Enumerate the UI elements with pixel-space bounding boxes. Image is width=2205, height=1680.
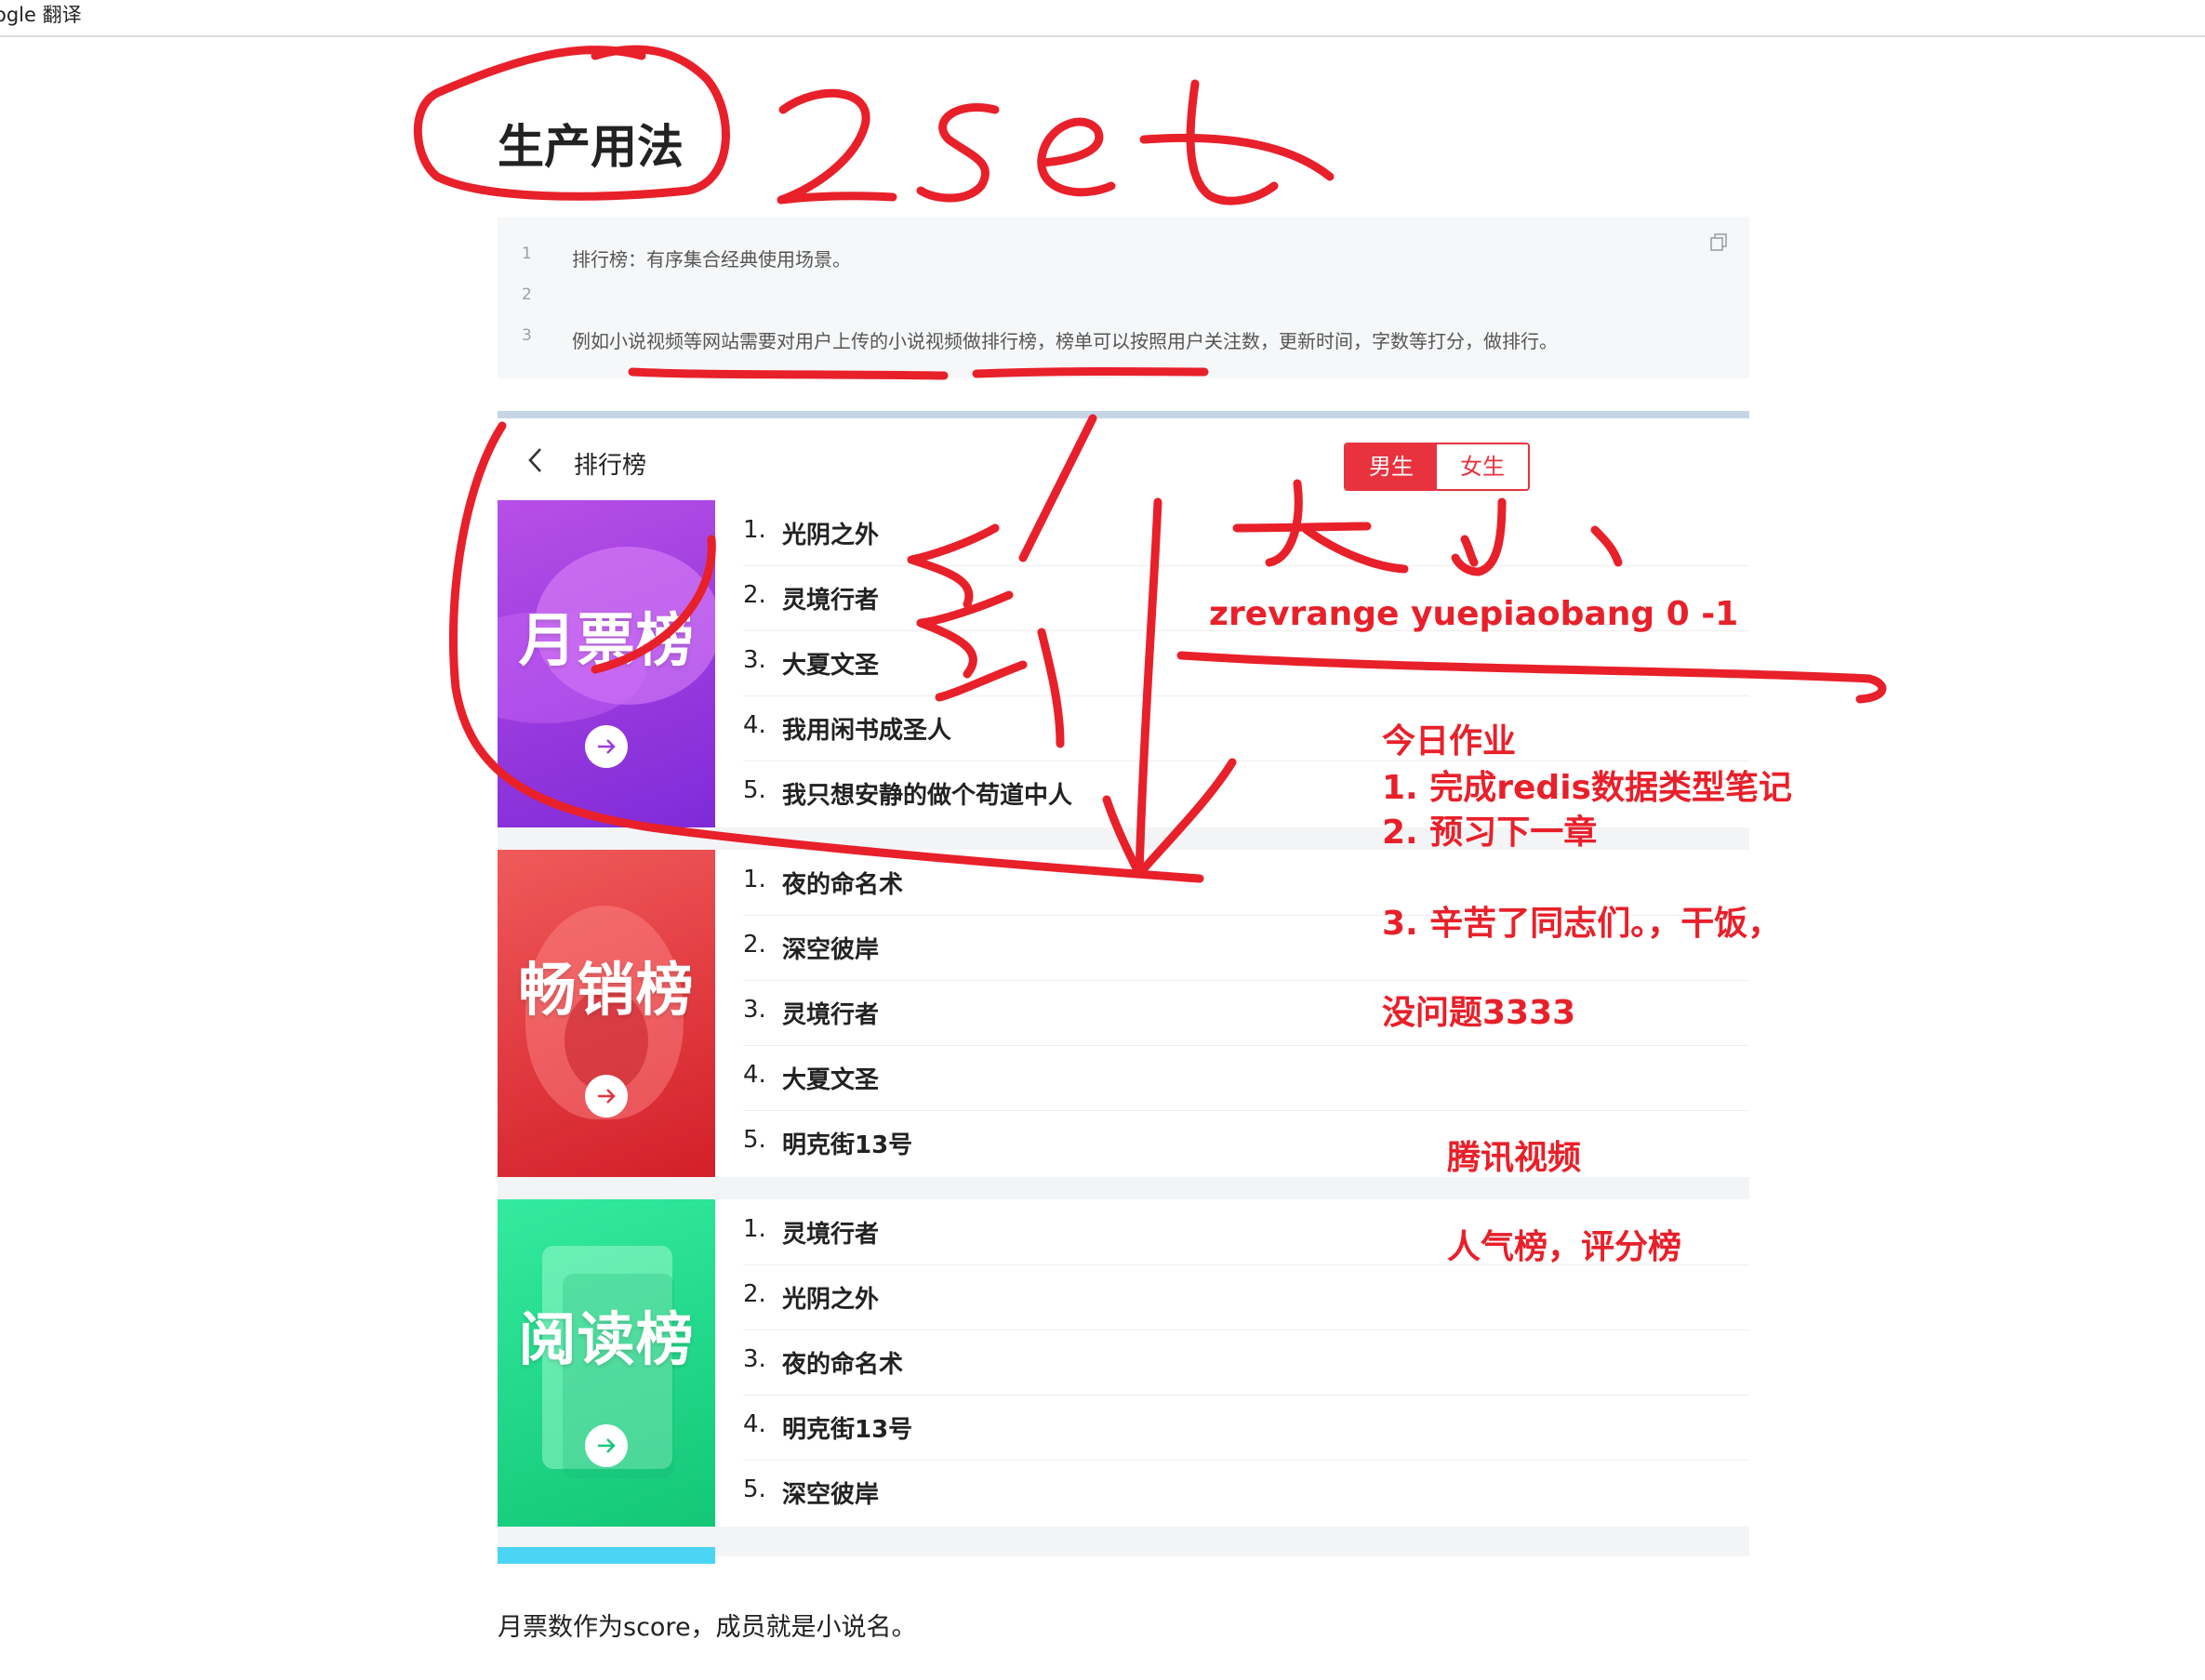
item-title: 明克街13号 [782,1131,913,1159]
gender-toggle[interactable]: 男生 女生 [1344,443,1530,491]
annotation-popular: 人气榜，评分榜 [1447,1228,1682,1266]
line-number: 3 [522,326,532,345]
annotation-homework-3: 3. 辛苦了同志们。，干饭， [1382,905,1782,943]
item-title: 灵境行者 [782,1221,880,1249]
line-number: 2 [522,285,532,304]
item-rank: 1. [743,1215,766,1243]
annotation-homework-1: 1. 完成redis数据类型笔记 [1382,769,1792,807]
cover-title: 月票榜 [518,606,695,674]
list-item[interactable]: 5. 明克街13号 [743,1110,1749,1175]
item-title: 我用闲书成圣人 [782,717,952,745]
cover-title: 畅销榜 [518,956,695,1024]
item-rank: 3. [743,646,766,674]
tab-title[interactable]: ogle 翻译 [0,0,82,28]
ink-letter-e [1037,117,1116,197]
annotation-homework-title: 今日作业 [1382,722,1517,761]
code-text: 例如小说视频等网站需要对用户上传的小说视频做排行榜，榜单可以按照用户关注数，更新… [572,330,1558,352]
section-gap [498,1177,1749,1199]
item-title: 深空彼岸 [782,936,880,964]
next-cover-strip [498,1547,715,1564]
item-rank: 2. [743,1280,766,1308]
list-item[interactable]: 4. 明克街13号 [743,1395,1749,1461]
cover-bestseller[interactable]: 畅销榜 [498,850,715,1177]
cover-reading[interactable]: 阅读榜 [498,1199,715,1527]
list-item[interactable]: 2. 光阴之外 [743,1264,1749,1330]
arrow-right-icon[interactable] [585,1075,628,1118]
ranking-title: 排行榜 [574,452,647,480]
item-title: 明克街13号 [782,1416,913,1444]
item-title: 灵境行者 [782,587,880,615]
item-rank: 1. [743,516,766,544]
tab-male[interactable]: 男生 [1346,444,1437,489]
item-title: 大夏文圣 [782,1066,880,1094]
page-heading: 生产用法 [498,120,684,174]
item-title: 我只想安静的做个苟道中人 [782,782,1073,810]
item-rank: 5. [743,776,766,804]
annotation-command: zrevrange yuepiaobang 0 -1 [1209,595,1739,633]
list-item[interactable]: 3. 大夏文圣 [743,630,1749,696]
chevron-left-icon[interactable] [525,446,546,474]
line-number: 1 [522,245,532,263]
item-rank: 2. [743,581,766,609]
arrow-right-icon[interactable] [585,1424,628,1467]
list-item[interactable]: 4. 我用闲书成圣人 [743,695,1749,761]
item-title: 光阴之外 [782,1286,880,1314]
ink-letter-t-bar [1139,133,1335,181]
code-block: 1 排行榜：有序集合经典使用场景。 2 3 例如小说视频等网站需要对用户上传的小… [498,217,1749,378]
ink-letter-s [916,103,1000,203]
list-item[interactable]: 3. 灵境行者 [743,980,1749,1046]
ink-letter-z [777,88,897,205]
item-rank: 4. [743,711,766,739]
list-item[interactable]: 4. 大夏文圣 [743,1045,1749,1111]
item-rank: 4. [743,1410,766,1438]
annotation-homework-2: 2. 预习下一章 [1382,814,1598,852]
item-rank: 2. [743,931,766,959]
cover-title: 阅读榜 [518,1305,695,1373]
item-rank: 5. [743,1475,766,1503]
item-rank: 3. [743,996,766,1024]
item-title: 大夏文圣 [782,652,880,680]
item-title: 光阴之外 [782,522,880,549]
item-title: 深空彼岸 [782,1481,880,1509]
item-rank: 3. [743,1345,766,1373]
item-title: 夜的命名术 [782,871,904,899]
item-title: 夜的命名术 [782,1351,904,1379]
item-title: 灵境行者 [782,1001,880,1029]
item-rank: 5. [743,1126,766,1154]
ink-letter-t-stem [1186,79,1279,205]
annotation-tencent: 腾讯视频 [1447,1139,1582,1177]
code-text: 排行榜：有序集合经典使用场景。 [572,248,851,271]
list-item[interactable]: 5. 深空彼岸 [743,1460,1749,1525]
list-item[interactable]: 3. 夜的命名术 [743,1329,1749,1396]
arrow-right-icon[interactable] [585,725,628,768]
item-rank: 4. [743,1061,766,1089]
copy-icon[interactable] [1710,233,1727,252]
cover-monthly[interactable]: 月票榜 [498,500,715,827]
divider [498,411,1749,418]
item-rank: 1. [743,866,766,893]
tab-female[interactable]: 女生 [1437,444,1528,489]
footer-text: 月票数作为score，成员就是小说名。 [498,1613,917,1642]
list-item[interactable]: 1. 光阴之外 [743,500,1749,566]
browser-tab-bar: ogle 翻译 [0,0,2205,37]
ranking-header: 排行榜 男生 女生 [498,418,1749,500]
section-gap [715,1540,1749,1556]
annotation-homework-4: 没问题3333 [1382,994,1576,1032]
